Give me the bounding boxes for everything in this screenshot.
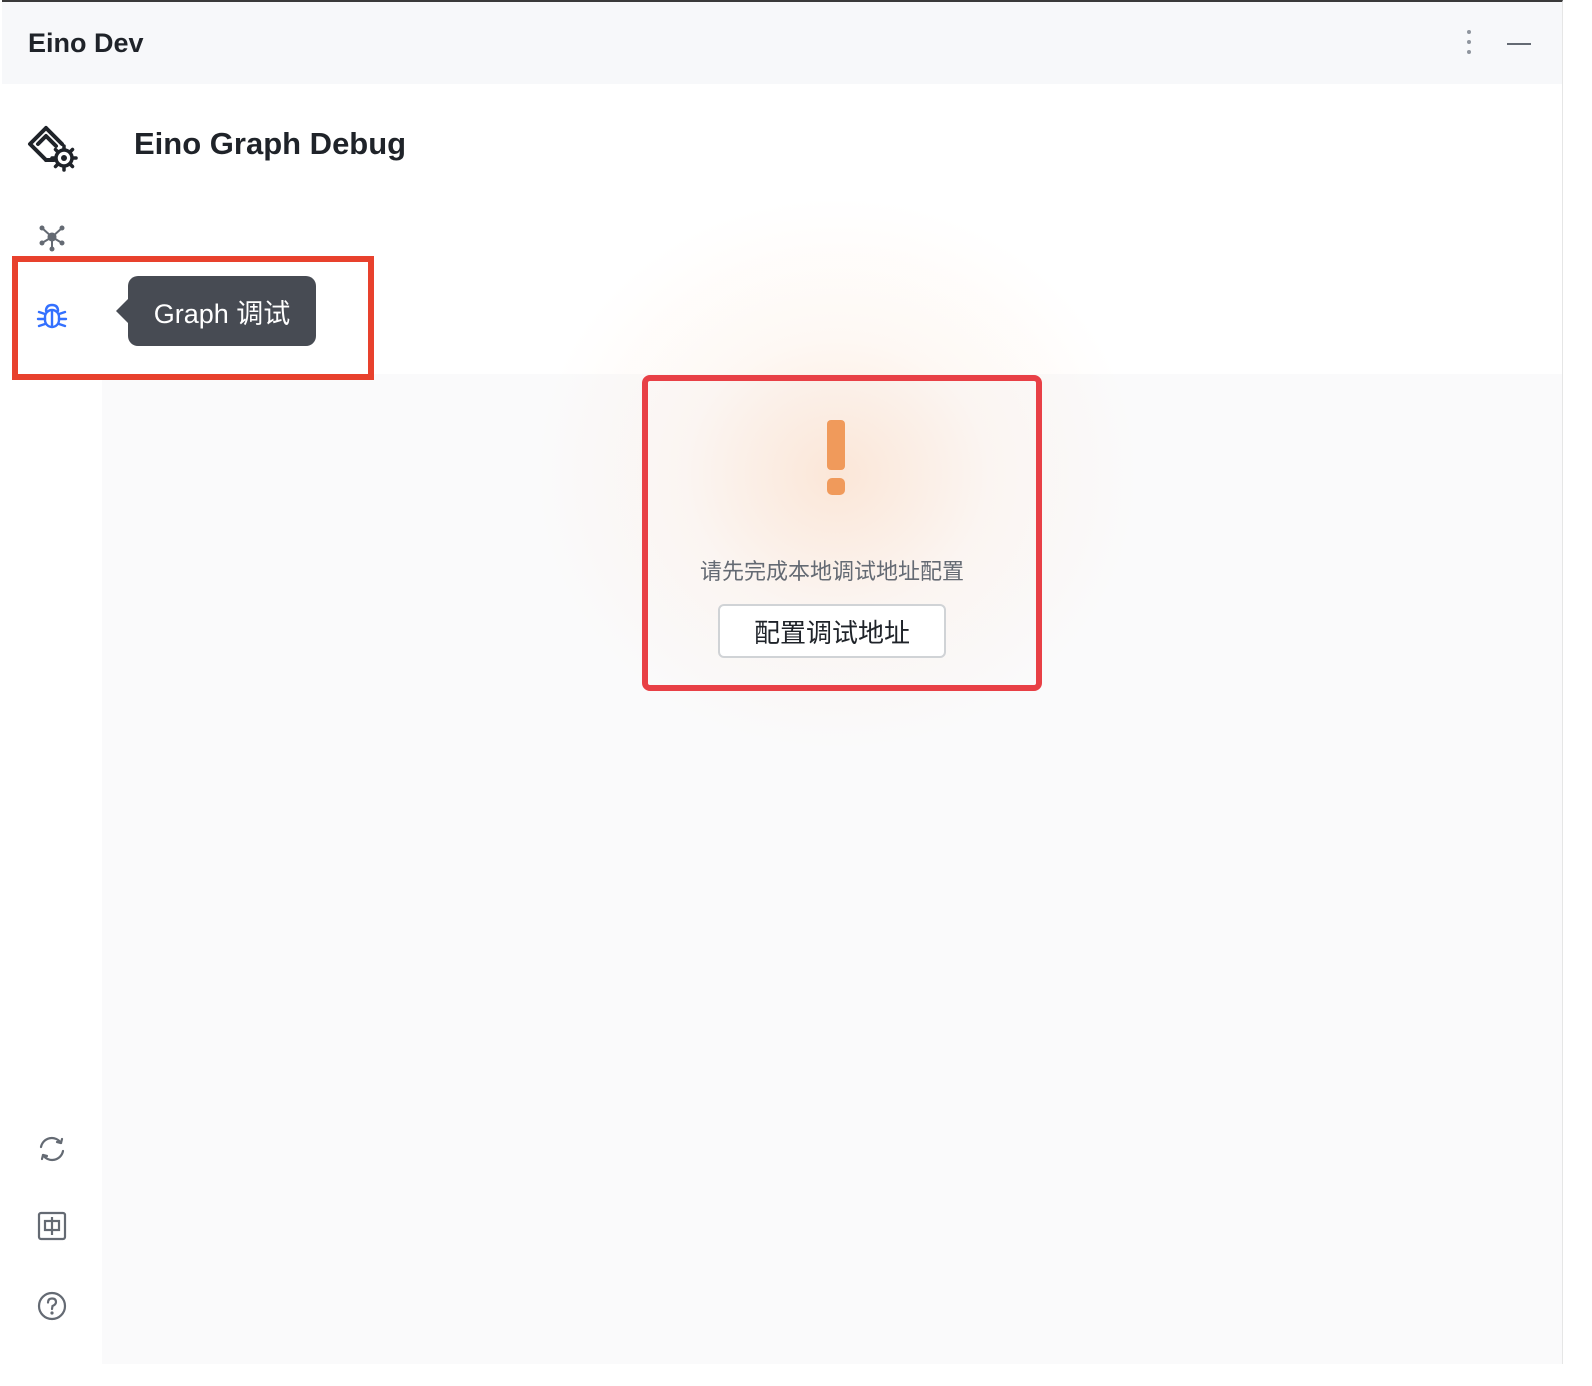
refresh-icon[interactable]: [32, 1129, 72, 1169]
language-zh-icon[interactable]: [32, 1206, 72, 1246]
minimize-icon[interactable]: [1505, 32, 1533, 56]
more-vertical-icon[interactable]: [1457, 26, 1481, 58]
graph-nodes-icon[interactable]: [32, 217, 72, 257]
eino-logo-gear-icon: [24, 122, 80, 176]
app-window: Eino Dev 请先完成本地调试地址配置 配置调试地址 Eino Graph …: [2, 0, 1563, 1364]
help-circle-icon[interactable]: [32, 1286, 72, 1326]
title-bar: Eino Dev: [2, 2, 1562, 84]
window-title: Eino Dev: [28, 28, 144, 58]
highlight-box-sidebar: [12, 256, 374, 380]
highlight-box-empty-state: [642, 375, 1042, 691]
app-name: Eino Graph Debug: [134, 126, 407, 161]
